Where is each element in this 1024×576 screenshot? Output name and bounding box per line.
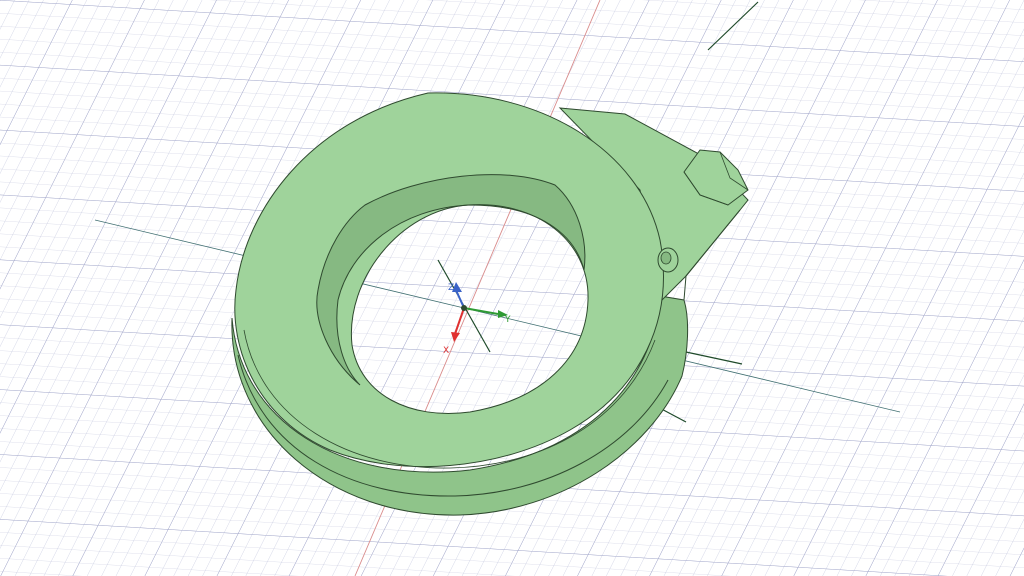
z-axis-label: Z bbox=[448, 283, 454, 293]
peg-hole bbox=[660, 251, 672, 265]
viewport-canvas[interactable]: Y Z X bbox=[0, 0, 1024, 576]
x-axis-label: X bbox=[443, 346, 449, 356]
origin-point bbox=[461, 305, 467, 311]
y-axis-label: Y bbox=[504, 315, 511, 325]
cad-viewport[interactable]: Y Z X bbox=[0, 0, 1024, 576]
